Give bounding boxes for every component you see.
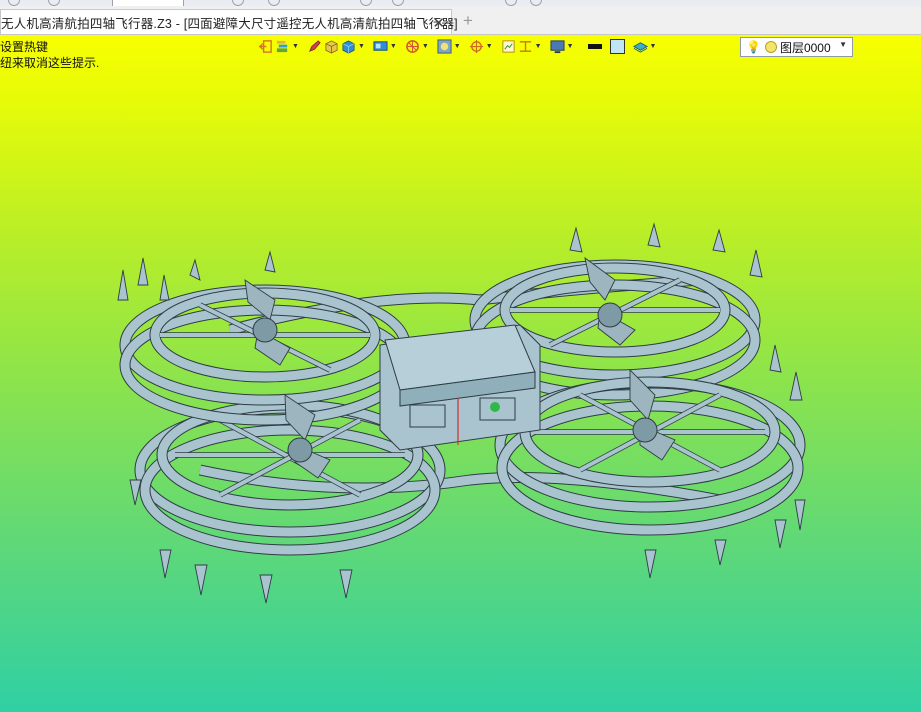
document-tab-bar: 无人机高清航拍四轴飞行器.Z3 - [四面避障大尺寸遥控无人机高清航拍四轴飞行器… (0, 6, 921, 35)
document-tab-title: 无人机高清航拍四轴飞行器.Z3 - [四面避障大尺寸遥控无人机高清航拍四轴飞行器… (1, 16, 458, 31)
close-tab-icon[interactable]: ✕ (432, 14, 445, 32)
drone-model[interactable]: .tube { fill:none; stroke:#a9c4cf; strok… (0, 35, 921, 712)
drone-body (379, 324, 541, 451)
new-tab-button[interactable]: + (463, 11, 473, 31)
3d-viewport[interactable]: 设置热键 纽来取消这些提示. ▼ ▼ ▼ ▼ ▼ ▼ ▼ ▼ ▼ 💡 图层000… (0, 35, 921, 712)
document-tab[interactable]: 无人机高清航拍四轴飞行器.Z3 - [四面避障大尺寸遥控无人机高清航拍四轴飞行器… (0, 9, 458, 34)
